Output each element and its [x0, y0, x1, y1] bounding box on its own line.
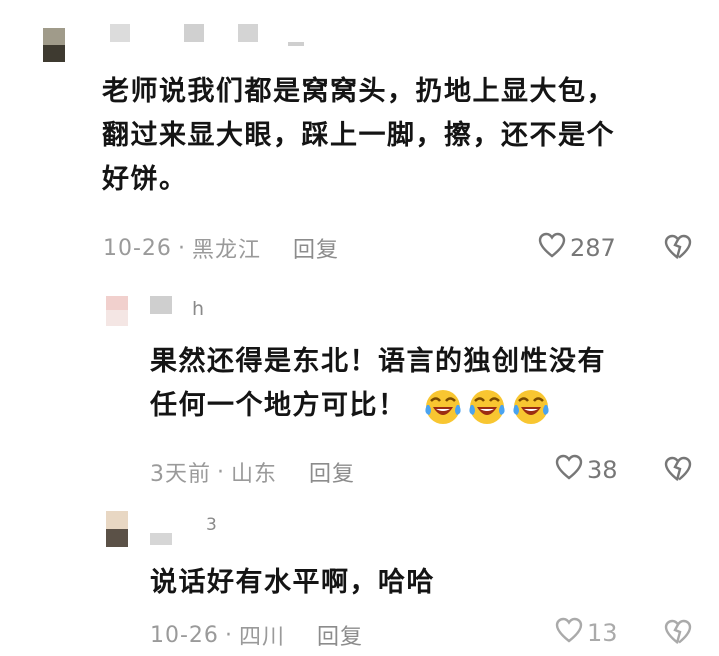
- comment-date: 10-26: [150, 622, 219, 648]
- separator-dot: ·: [177, 235, 186, 261]
- separator-dot: ·: [224, 622, 233, 648]
- laughing-crying-emoji-icon: [513, 389, 550, 424]
- comment-date: 3天前: [150, 462, 211, 487]
- comment-line: 翻过来显大眼，踩上一脚，擦，还不是个: [102, 120, 615, 151]
- comment-line: 说话好有水平啊，哈哈: [150, 567, 435, 598]
- like-button[interactable]: 38: [555, 454, 618, 486]
- avatar[interactable]: [43, 28, 65, 62]
- username-blurred[interactable]: [106, 22, 306, 56]
- comment-text: 说话好有水平啊，哈哈: [150, 561, 710, 605]
- heart-outline-icon: [555, 454, 587, 486]
- reply-button[interactable]: 回复: [293, 232, 339, 264]
- comment-line-text: 任何一个地方可比！: [150, 390, 407, 421]
- reply-button[interactable]: 回复: [309, 456, 355, 488]
- comment-line: 好饼。: [102, 164, 188, 195]
- comment-text: 果然还得是东北！语言的独创性没有 任何一个地方可比！: [150, 340, 710, 428]
- broken-heart-icon: [664, 234, 692, 264]
- username-blurred[interactable]: h: [150, 296, 230, 326]
- like-button[interactable]: 287: [538, 232, 616, 264]
- like-count: 13: [587, 619, 618, 647]
- avatar[interactable]: [106, 296, 128, 326]
- comment-location: 四川: [238, 625, 285, 650]
- comment-3: 3 说话好有水平啊，哈哈 10-26 · 四川 回复 13: [0, 505, 719, 655]
- comment-meta: 10-26 · 黑龙江 回复: [103, 232, 339, 264]
- comment-meta: 10-26 · 四川 回复: [150, 619, 363, 651]
- comment-1: 老师说我们都是窝窝头，扔地上显大包， 翻过来显大眼，踩上一脚，擦，还不是个 好饼…: [0, 0, 719, 280]
- comment-text: 老师说我们都是窝窝头，扔地上显大包， 翻过来显大眼，踩上一脚，擦，还不是个 好饼…: [102, 70, 702, 202]
- broken-heart-icon: [664, 456, 692, 486]
- comment-line: 果然还得是东北！语言的独创性没有: [150, 346, 606, 377]
- heart-outline-icon: [555, 617, 587, 649]
- dislike-button[interactable]: [664, 456, 692, 486]
- comment-location: 黑龙江: [191, 238, 261, 263]
- comment-meta: 3天前 · 山东 回复: [150, 456, 355, 488]
- dislike-button[interactable]: [664, 234, 692, 264]
- like-count: 38: [587, 456, 618, 484]
- username-fragment: 3: [206, 515, 218, 535]
- emoji-group: [423, 387, 555, 427]
- like-button[interactable]: 13: [555, 617, 618, 649]
- like-count: 287: [570, 234, 616, 262]
- reply-button[interactable]: 回复: [317, 619, 363, 651]
- laughing-crying-emoji-icon: [425, 389, 462, 424]
- comment-line: 任何一个地方可比！: [150, 384, 710, 428]
- broken-heart-icon: [664, 619, 692, 649]
- comment-line: 老师说我们都是窝窝头，扔地上显大包，: [102, 76, 615, 107]
- heart-outline-icon: [538, 232, 570, 264]
- comment-2: h 果然还得是东北！语言的独创性没有 任何一个地方可比！ 3天前 · 山东 回复…: [0, 290, 719, 490]
- avatar[interactable]: [106, 511, 128, 547]
- comment-date: 10-26: [103, 235, 172, 261]
- username-blurred[interactable]: 3: [150, 515, 230, 545]
- dislike-button[interactable]: [664, 619, 692, 649]
- laughing-crying-emoji-icon: [469, 389, 506, 424]
- comment-location: 山东: [231, 462, 278, 487]
- username-fragment: h: [192, 298, 206, 320]
- separator-dot: ·: [217, 459, 225, 485]
